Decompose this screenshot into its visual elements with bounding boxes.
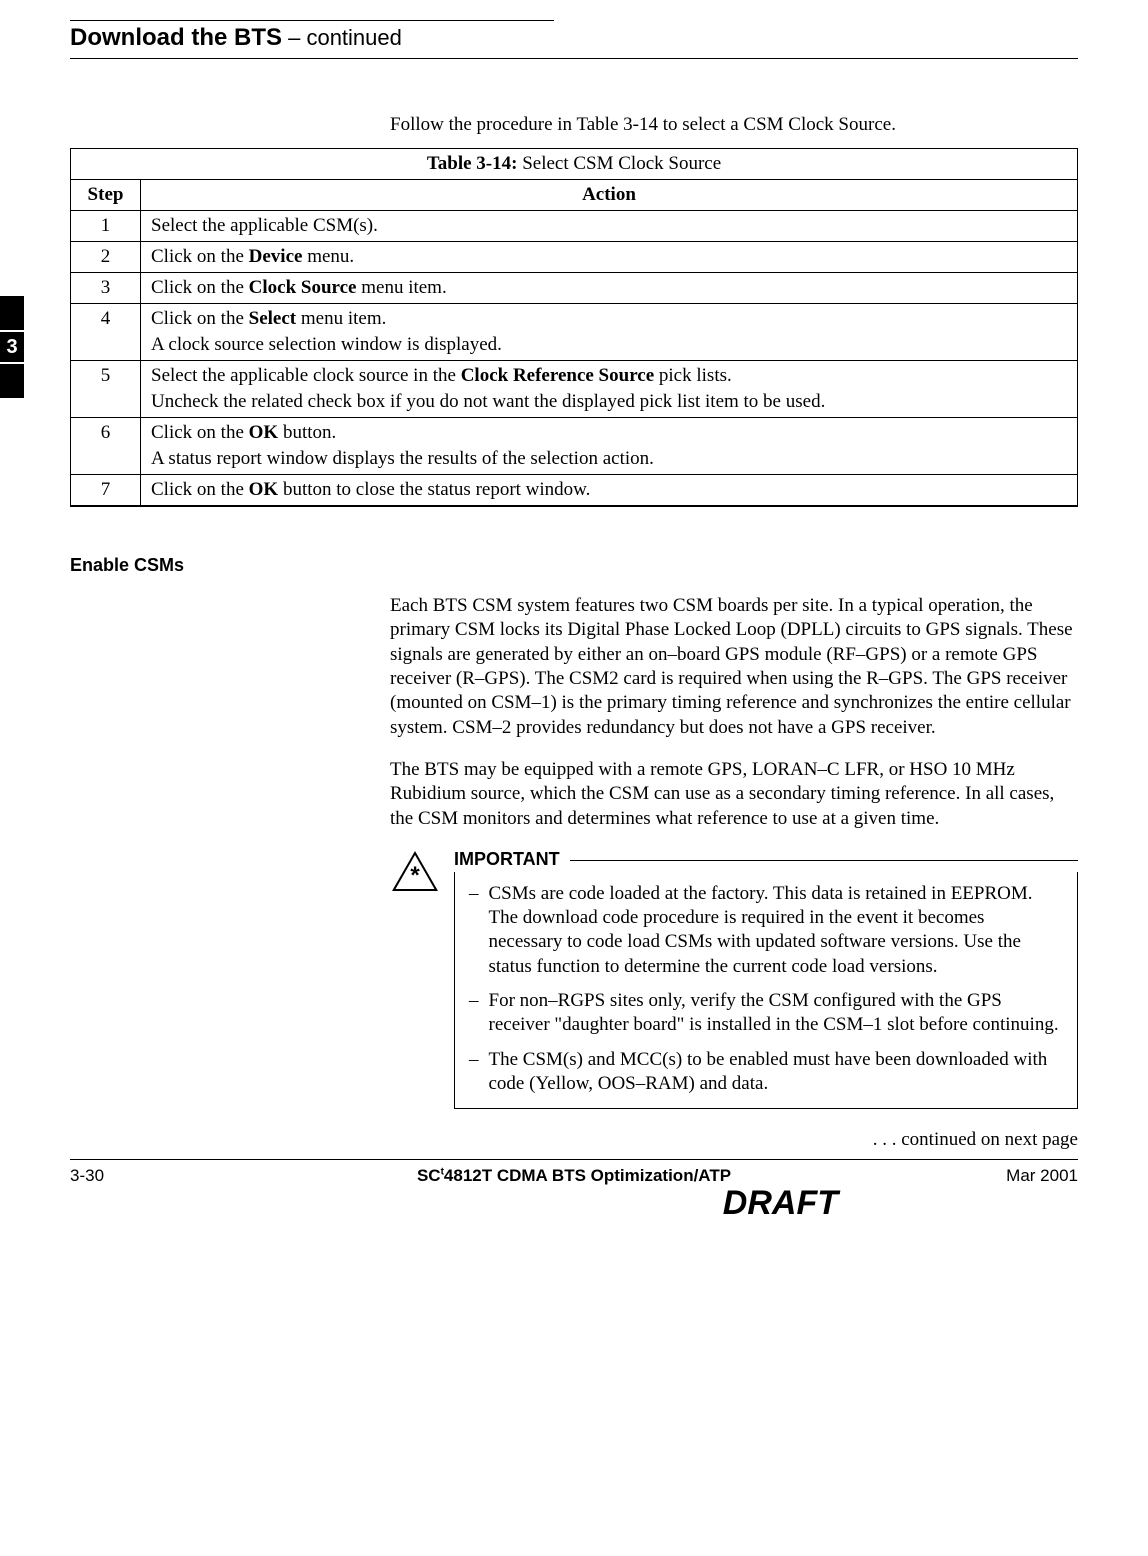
table-caption: Table 3-14: Select CSM Clock Source bbox=[71, 149, 1078, 180]
action-cell: Click on the OK button.A status report w… bbox=[141, 418, 1078, 475]
header-suffix: – continued bbox=[282, 25, 402, 50]
body-para-2: The BTS may be equipped with a remote GP… bbox=[390, 758, 1078, 831]
action-cell: Click on the OK button to close the stat… bbox=[141, 475, 1078, 507]
continued-text: . . . continued on next page bbox=[70, 1129, 1078, 1151]
intro-text: Follow the procedure in Table 3-14 to se… bbox=[70, 114, 1078, 136]
footer-center: SCt4812T CDMA BTS Optimization/ATP bbox=[190, 1166, 958, 1186]
procedure-table: Table 3-14: Select CSM Clock Source Step… bbox=[70, 148, 1078, 507]
footer-date: Mar 2001 bbox=[958, 1166, 1078, 1186]
step-cell: 2 bbox=[71, 242, 141, 273]
table-row: 1Select the applicable CSM(s). bbox=[71, 211, 1078, 242]
svg-text:*: * bbox=[410, 862, 420, 889]
important-item: –For non–RGPS sites only, verify the CSM… bbox=[469, 989, 1063, 1038]
col-action: Action bbox=[141, 180, 1078, 211]
footer-page: 3-30 bbox=[70, 1166, 190, 1186]
step-cell: 5 bbox=[71, 361, 141, 418]
table-row: 3Click on the Clock Source menu item. bbox=[71, 273, 1078, 304]
table-row: 5Select the applicable clock source in t… bbox=[71, 361, 1078, 418]
action-cell: Click on the Device menu. bbox=[141, 242, 1078, 273]
important-label: IMPORTANT bbox=[454, 849, 560, 870]
step-cell: 1 bbox=[71, 211, 141, 242]
important-icon: * bbox=[390, 849, 440, 893]
step-cell: 6 bbox=[71, 418, 141, 475]
table-row: 6Click on the OK button.A status report … bbox=[71, 418, 1078, 475]
table-row: 2Click on the Device menu. bbox=[71, 242, 1078, 273]
action-cell: Click on the Clock Source menu item. bbox=[141, 273, 1078, 304]
action-cell: Select the applicable CSM(s). bbox=[141, 211, 1078, 242]
important-block: * IMPORTANT –CSMs are code loaded at the… bbox=[390, 849, 1078, 1110]
draft-watermark: DRAFT bbox=[70, 1184, 1078, 1223]
important-box: –CSMs are code loaded at the factory. Th… bbox=[454, 872, 1078, 1110]
important-item: –The CSM(s) and MCC(s) to be enabled mus… bbox=[469, 1048, 1063, 1097]
body-para-1: Each BTS CSM system features two CSM boa… bbox=[390, 594, 1078, 740]
col-step: Step bbox=[71, 180, 141, 211]
step-cell: 7 bbox=[71, 475, 141, 507]
step-cell: 4 bbox=[71, 304, 141, 361]
section-title: Enable CSMs bbox=[70, 555, 1078, 576]
table-row: 7Click on the OK button to close the sta… bbox=[71, 475, 1078, 507]
action-cell: Click on the Select menu item.A clock so… bbox=[141, 304, 1078, 361]
page-footer: 3-30 SCt4812T CDMA BTS Optimization/ATP … bbox=[70, 1160, 1078, 1186]
header-title: Download the BTS bbox=[70, 24, 282, 51]
important-item: –CSMs are code loaded at the factory. Th… bbox=[469, 882, 1063, 979]
step-cell: 3 bbox=[71, 273, 141, 304]
action-cell: Select the applicable clock source in th… bbox=[141, 361, 1078, 418]
page-header: Download the BTS – continued bbox=[70, 24, 1078, 59]
table-row: 4Click on the Select menu item.A clock s… bbox=[71, 304, 1078, 361]
